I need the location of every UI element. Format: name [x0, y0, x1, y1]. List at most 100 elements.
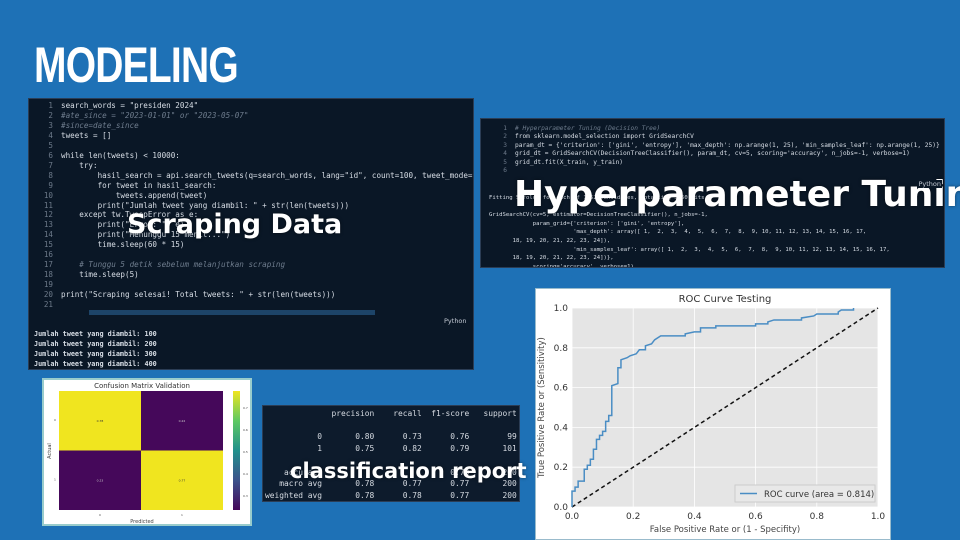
line-number: 9: [48, 180, 53, 190]
code-line: [265, 420, 517, 432]
line-number: 18: [43, 270, 53, 280]
code-line: 6 while len(tweets) < 10000:: [37, 150, 473, 161]
classification-report-label: classification report: [290, 459, 527, 483]
code-text: time.sleep(5): [61, 270, 139, 280]
line-number: 16: [43, 250, 53, 260]
colorbar-tick: 0.5: [243, 450, 248, 454]
code-line: 18, 19, 20, 21, 22, 23, 24])},: [489, 254, 890, 263]
chart-title: ROC Curve Testing: [679, 294, 772, 305]
line-number: 17: [43, 260, 53, 270]
x-tick: 0: [99, 513, 101, 517]
code-line: 5 grid_dt.fit(X_train, y_train): [493, 159, 940, 167]
report-text: precision recall f1-score support 0 0.80…: [265, 408, 517, 501]
colorbar-tick: 0.4: [243, 472, 248, 476]
hyperparameter-tuning-label: Hyperparameter Tuning: [514, 174, 960, 215]
y-tick: 0.6: [554, 384, 569, 394]
code-line: 2 #ate_since = "2023-01-01" or "2023-05-0…: [37, 110, 473, 121]
scraping-data-label: Scraping Data: [127, 209, 343, 240]
y-tick: 0.4: [554, 423, 569, 433]
code-text: 18, 19, 20, 21, 22, 23, 24])},: [489, 255, 614, 262]
code-line: 1 # Hyperparameter Tuning (Decision Tree): [493, 125, 940, 133]
line-number: 21: [43, 300, 53, 310]
line-number: 19: [43, 280, 53, 290]
code-line: Jumlah tweet yang diambil: 300: [34, 349, 157, 359]
x-tick: 0.4: [687, 512, 702, 522]
chart-title: Confusion Matrix Validation: [94, 382, 190, 390]
code-line: 8 hasil_search = api.search_tweets(q=sea…: [37, 171, 473, 181]
code-text: grid_dt = GridSearchCV(DecisionTreeClass…: [515, 150, 910, 158]
code-line: weighted avg 0.78 0.78 0.77 200: [265, 490, 517, 501]
code-line: 9 for tweet in hasil_search:: [37, 180, 473, 191]
code-text: tweets.append(tweet): [61, 190, 208, 200]
language-label: Python: [443, 317, 468, 325]
code-line: 3 param_dt = {'criterion': ['gini', 'entr…: [493, 141, 940, 150]
line-number: 1: [503, 125, 507, 132]
line-number: 14: [43, 230, 53, 240]
code-text: try:: [61, 160, 98, 170]
code-text: scoring='accuracy', verbose=1): [489, 263, 634, 268]
code-text: # Tunggu 5 detik sebelum melanjutkan scr…: [61, 260, 286, 270]
code-text: precision recall f1-score support: [265, 409, 517, 418]
code-text: tweets = []: [61, 130, 112, 140]
line-number: 2: [48, 110, 53, 120]
code-line: Jumlah tweet yang diambil: 200: [34, 339, 157, 349]
code-line: 2 from sklearn.model_selection import Gri…: [493, 133, 940, 141]
code-text: Jumlah tweet yang diambil: 300: [34, 350, 157, 358]
line-number: 15: [43, 240, 53, 250]
y-tick: 0: [54, 418, 56, 422]
code-text: 18, 19, 20, 21, 22, 23, 24]),: [489, 237, 611, 244]
line-number: 3: [48, 120, 53, 130]
code-line: Jumlah tweet yang diambil: 400: [34, 359, 157, 369]
code-text: while len(tweets) < 10000:: [61, 150, 180, 160]
code-line: 17 # Tunggu 5 detik sebelum melanjutkan …: [37, 260, 473, 270]
code-line: 4 tweets = []: [37, 130, 473, 141]
editor-scrollbar[interactable]: [89, 310, 375, 315]
code-line: scoring='accuracy', verbose=1): [489, 263, 890, 268]
code-line: 18 time.sleep(5): [37, 270, 473, 280]
code-line: 1 search_words = "presiden 2024": [37, 101, 473, 111]
code-text: param_grid={'criterion': ['gini', 'entro…: [489, 220, 685, 227]
code-text: 'min_samples_leaf': array([ 1, 2, 3, 4, …: [489, 246, 890, 253]
code-line: 0 0.80 0.73 0.76 99: [265, 431, 517, 443]
code-line: param_grid={'criterion': ['gini', 'entro…: [489, 220, 890, 229]
code-editor: 1 search_words = "presiden 2024" 2 #ate_sin…: [37, 101, 473, 310]
slide-title: MODELING: [34, 37, 239, 93]
code-line: 10 tweets.append(tweet): [37, 190, 473, 201]
code-line: 19: [37, 280, 473, 290]
line-number: 5: [503, 158, 507, 166]
code-text: from sklearn.model_selection import Grid…: [515, 133, 694, 141]
colorbar-tick: 0.3: [243, 494, 248, 498]
line-number: 13: [43, 220, 53, 230]
x-axis-label: False Positive Rate or (1 - Specifity): [650, 525, 800, 535]
code-line: 5: [37, 141, 473, 151]
x-tick: 1: [181, 513, 183, 517]
code-text: Jumlah tweet yang diambil: 400: [34, 360, 157, 368]
cell-output: Jumlah tweet yang diambil: 100 Jumlah twe…: [34, 329, 157, 369]
colorbar: [233, 391, 240, 510]
x-axis-label: Predicted: [130, 519, 153, 525]
line-number: 6: [48, 150, 53, 160]
y-tick: 0.2: [554, 463, 568, 473]
code-text: print("Scraping selesai! Total tweets: "…: [61, 290, 336, 300]
x-tick: 0.2: [626, 512, 640, 522]
code-text: 0 0.80 0.73 0.76 99: [265, 432, 517, 442]
line-number: 3: [503, 141, 507, 149]
confusion-matrix-chart: Confusion Matrix Validation 0.78 0.22 0.23 0…: [47, 382, 248, 525]
classification-report-panel: precision recall f1-score support 0 0.80…: [262, 405, 520, 502]
colorbar-tick: 0.6: [243, 428, 248, 432]
cell-label: 0.22: [179, 419, 186, 423]
line-number: 10: [43, 190, 53, 200]
code-text: 'max_depth': array([ 1, 2, 3, 4, 5, 6, 7…: [489, 229, 867, 236]
code-line: 'max_depth': array([ 1, 2, 3, 4, 5, 6, 7…: [489, 228, 890, 237]
code-text: param_dt = {'criterion': ['gini', 'entro…: [515, 141, 940, 149]
y-tick: 0.0: [554, 503, 569, 513]
y-axis-label: True Positive Rate or (Sensitivity): [537, 337, 547, 479]
code-text: for tweet in hasil_search:: [61, 180, 217, 190]
code-line: 18, 19, 20, 21, 22, 23, 24]),: [489, 237, 890, 246]
code-line: 1 0.75 0.82 0.79 101: [265, 443, 517, 455]
